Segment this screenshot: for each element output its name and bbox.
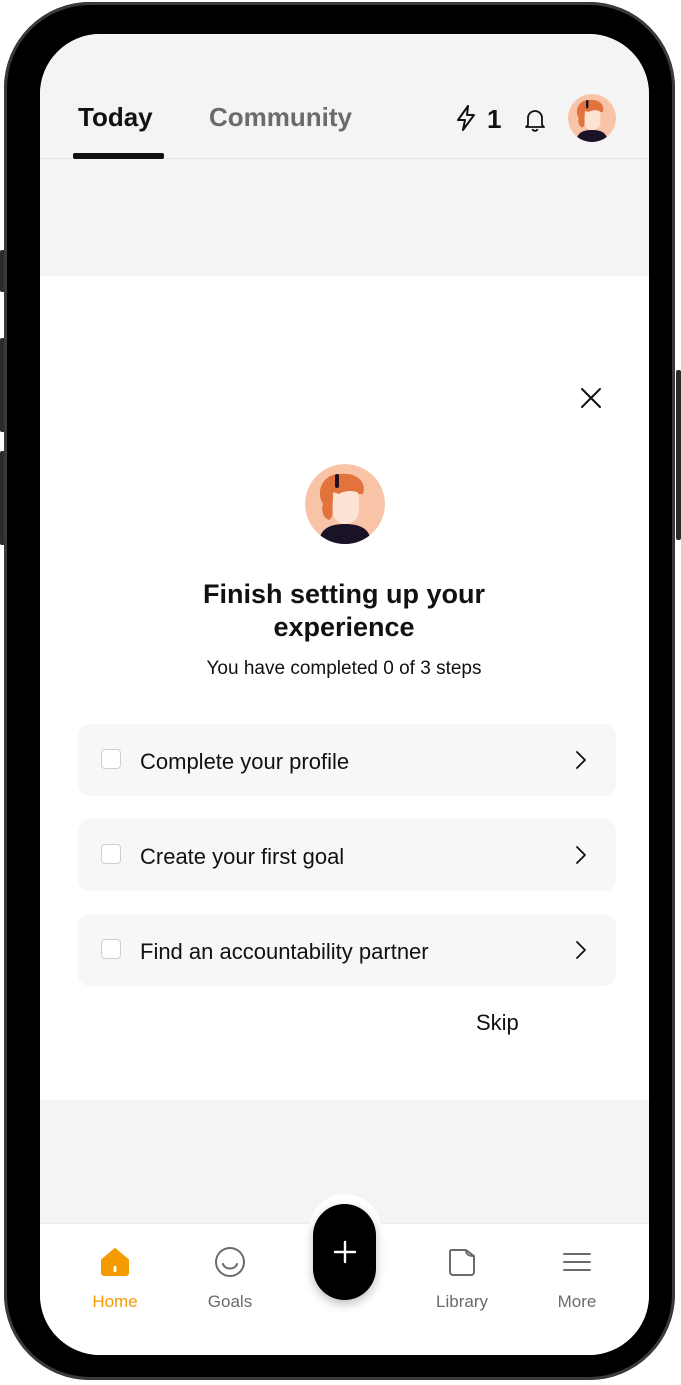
nav-more[interactable]: More bbox=[527, 1224, 627, 1324]
step-create-goal[interactable]: Create your first goal bbox=[78, 819, 616, 891]
step-checkbox[interactable] bbox=[101, 749, 121, 769]
step-checkbox[interactable] bbox=[101, 939, 121, 959]
tab-community[interactable]: Community bbox=[209, 102, 352, 133]
bolt-icon[interactable] bbox=[454, 104, 478, 132]
nav-home[interactable]: Home bbox=[65, 1224, 165, 1324]
library-icon bbox=[448, 1249, 475, 1276]
plus-icon bbox=[333, 1240, 357, 1264]
step-label: Create your first goal bbox=[140, 844, 345, 869]
add-button[interactable] bbox=[313, 1204, 376, 1300]
nav-label: More bbox=[557, 1292, 597, 1311]
smile-icon bbox=[215, 1247, 245, 1277]
step-label: Complete your profile bbox=[140, 749, 350, 774]
nav-library[interactable]: Library bbox=[412, 1224, 512, 1324]
avatar[interactable] bbox=[568, 94, 616, 142]
bell-icon[interactable] bbox=[524, 108, 546, 132]
setup-progress-text: You have completed 0 of 3 steps bbox=[206, 658, 482, 679]
phone-frame: Today Community 1 Finish setting up your… bbox=[4, 2, 675, 1380]
chevron-right-icon bbox=[576, 751, 586, 769]
screen: Today Community 1 Finish setting up your… bbox=[40, 34, 649, 1355]
setup-title: Finish setting up your experience bbox=[203, 579, 485, 642]
nav-label: Home bbox=[92, 1292, 138, 1311]
chevron-right-icon bbox=[576, 846, 586, 864]
close-icon[interactable] bbox=[579, 386, 603, 410]
avatar bbox=[305, 464, 385, 544]
step-label: Find an accountability partner bbox=[140, 939, 429, 964]
chevron-right-icon bbox=[576, 941, 586, 959]
nav-label: Goals bbox=[207, 1292, 253, 1311]
nav-goals[interactable]: Goals bbox=[180, 1224, 280, 1324]
menu-icon bbox=[563, 1253, 591, 1271]
home-icon bbox=[101, 1248, 129, 1276]
active-tab-indicator bbox=[73, 153, 164, 159]
nav-label: Library bbox=[436, 1292, 488, 1311]
streak-count: 1 bbox=[487, 104, 502, 134]
top-header: Today Community 1 bbox=[40, 34, 649, 159]
step-checkbox[interactable] bbox=[101, 844, 121, 864]
step-find-partner[interactable]: Find an accountability partner bbox=[78, 914, 616, 986]
tab-today[interactable]: Today bbox=[78, 102, 153, 133]
step-complete-profile[interactable]: Complete your profile bbox=[78, 724, 616, 796]
power-button bbox=[676, 370, 681, 540]
skip-button[interactable]: Skip bbox=[476, 1010, 519, 1036]
